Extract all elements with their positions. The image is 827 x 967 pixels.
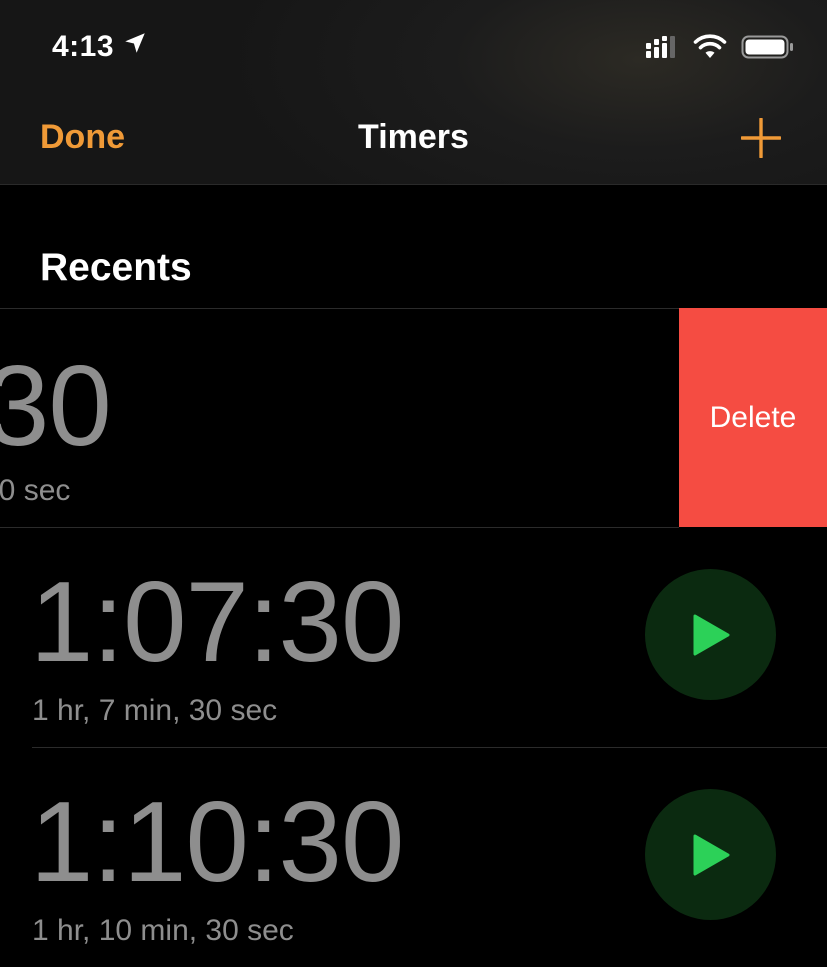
- start-timer-button[interactable]: [645, 569, 776, 700]
- timer-label: 1 hr, 7 min, 30 sec: [32, 694, 278, 727]
- location-arrow-icon: [122, 30, 148, 64]
- timer-label: 1 hr, 10 min, 30 sec: [32, 914, 294, 947]
- battery-icon: [741, 34, 795, 65]
- top-bar: 4:13 Done Timers: [0, 0, 827, 185]
- delete-button[interactable]: Delete: [679, 308, 827, 527]
- status-bar-time: 4:13: [52, 30, 148, 64]
- timer-label: 30 sec: [0, 474, 71, 507]
- add-timer-button[interactable]: [740, 117, 782, 159]
- timer-row[interactable]: 1:07:30 1 hr, 7 min, 30 sec: [0, 528, 827, 747]
- timer-duration: 1:10:30: [30, 779, 404, 906]
- play-icon: [693, 834, 729, 875]
- section-title-recents: Recents: [40, 246, 192, 289]
- plus-icon: [740, 117, 782, 159]
- wifi-icon: [693, 34, 727, 65]
- timer-duration: 30: [0, 343, 112, 470]
- play-icon: [693, 614, 729, 655]
- cellular-signal-icon: [645, 35, 679, 64]
- page-title: Timers: [358, 118, 469, 156]
- timer-row[interactable]: 1:10:30 1 hr, 10 min, 30 sec: [0, 748, 827, 967]
- status-bar-icons: [645, 34, 795, 65]
- timer-duration: 1:07:30: [30, 559, 404, 686]
- start-timer-button[interactable]: [645, 789, 776, 920]
- status-time-text: 4:13: [52, 30, 115, 63]
